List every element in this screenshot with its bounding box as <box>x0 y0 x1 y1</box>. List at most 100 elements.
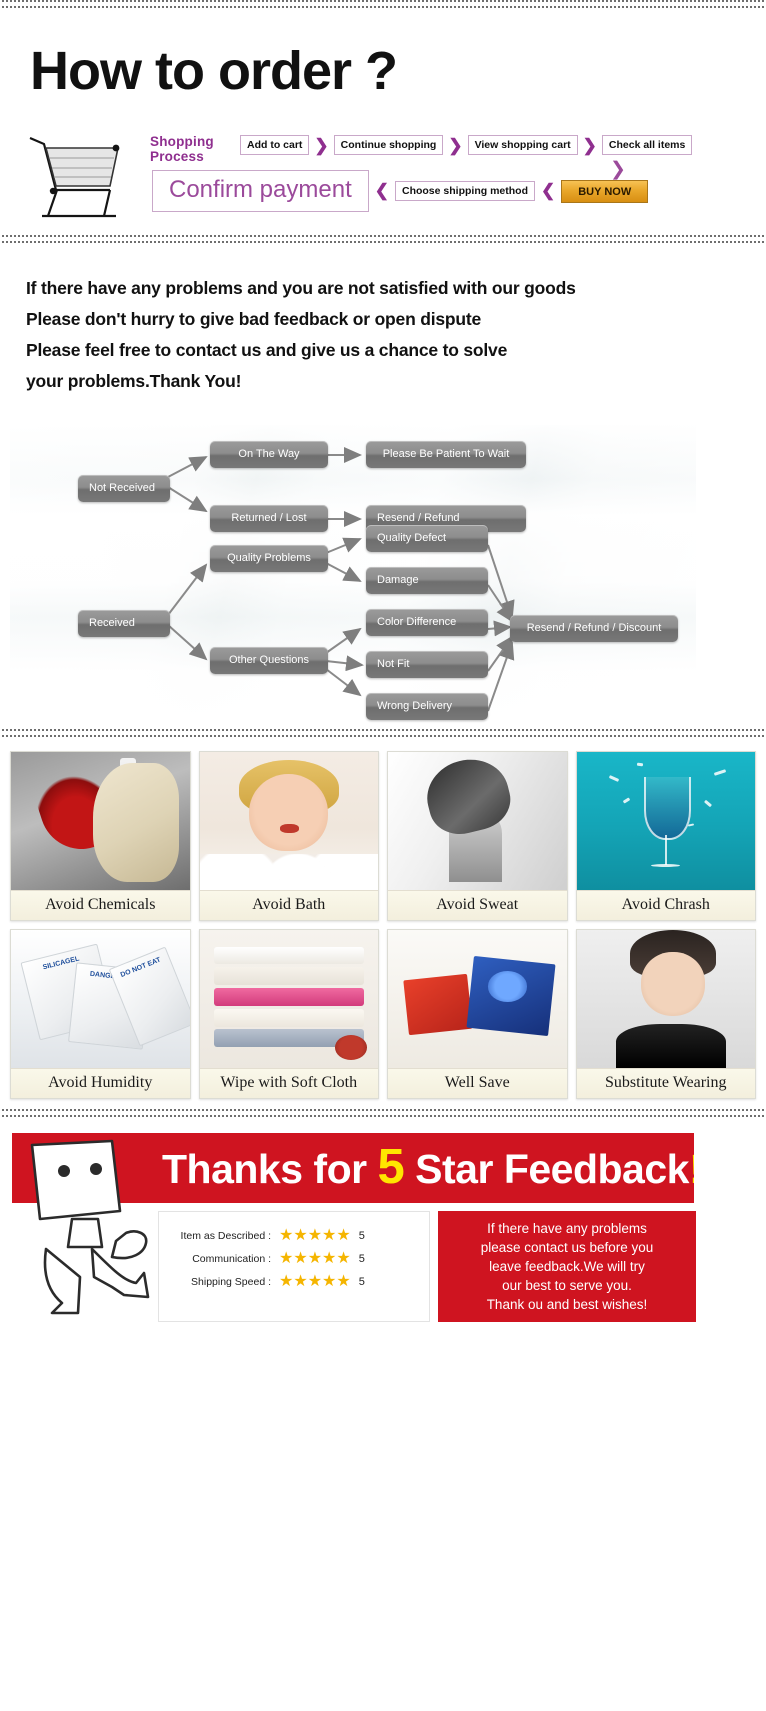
rating-label: Communication : <box>192 1253 271 1265</box>
crash-icon <box>576 752 755 890</box>
node-returned-lost: Returned / Lost <box>210 505 328 532</box>
star-rating-icon: ★★★★★ <box>279 1227 351 1244</box>
flowchart-connectors <box>167 447 515 712</box>
care-card-avoid-crash: Avoid Chrash <box>575 751 756 921</box>
care-card-substitute-wearing: Substitute Wearing <box>575 929 756 1099</box>
ratings-panel: Item as Described : ★★★★★ 5 Communicatio… <box>158 1211 430 1322</box>
rating-row: Item as Described : ★★★★★ 5 <box>167 1228 421 1244</box>
node-wrong-delivery: Wrong Delivery <box>366 693 488 720</box>
order-issue-flowchart: Not Received On The Way Returned / Lost … <box>10 425 696 725</box>
care-card-wipe-soft-cloth: Wipe with Soft Cloth <box>198 929 379 1099</box>
message-line-1: If there have any problems and you are n… <box>26 278 576 298</box>
care-card-avoid-bath: Avoid Bath <box>198 751 379 921</box>
feedback-banner: Thanks for 5 Star Feedback! Item as Desc… <box>10 1131 696 1322</box>
care-grid-row-2: SILICAGEL DANGEROUS DO NOT EAT Avoid Hum… <box>0 929 766 1099</box>
feedback-title: Thanks for 5 Star Feedback! <box>162 1139 694 1195</box>
chevron-left-icon: ❮ <box>540 181 556 200</box>
node-resend-refund-discount: Resend / Refund / Discount <box>510 615 678 642</box>
care-caption: Avoid Humidity <box>11 1068 190 1098</box>
chemicals-icon <box>11 752 190 890</box>
rating-score: 5 <box>358 1253 365 1265</box>
shopping-process-diagram: Shopping Process Add to cart ❯ Continue … <box>22 120 722 225</box>
node-on-the-way: On The Way <box>210 441 328 468</box>
feedback-title-five: 5 <box>377 1139 405 1194</box>
process-label-line2: Process <box>150 149 204 164</box>
shopping-process-label: Shopping Process <box>150 134 214 164</box>
rating-row: Shipping Speed : ★★★★★ 5 <box>167 1274 421 1290</box>
care-card-avoid-humidity: SILICAGEL DANGEROUS DO NOT EAT Avoid Hum… <box>10 929 191 1099</box>
star-rating-icon: ★★★★★ <box>279 1273 351 1290</box>
node-damage: Damage <box>366 567 488 594</box>
customer-message-section: If there have any problems and you are n… <box>0 243 766 419</box>
page-title: How to order ? <box>30 41 398 101</box>
product-description-page: How to order ? Shopping Process Add to c… <box>0 0 766 1340</box>
step-confirm-payment[interactable]: Confirm payment <box>152 170 369 212</box>
node-color-difference: Color Difference <box>366 609 488 636</box>
node-please-be-patient: Please Be Patient To Wait <box>366 441 526 468</box>
bath-icon <box>199 752 378 890</box>
feedback-title-before: Thanks for <box>162 1145 367 1192</box>
step-check-all-items[interactable]: Check all items <box>601 135 693 155</box>
rating-label: Item as Described : <box>180 1230 271 1242</box>
care-card-avoid-sweat: Avoid Sweat <box>387 751 568 921</box>
shopping-cart-icon <box>29 136 120 218</box>
step-choose-shipping-method[interactable]: Choose shipping method <box>394 181 535 201</box>
chevron-right-icon: ❯ <box>448 135 463 155</box>
cloth-icon <box>199 930 378 1068</box>
note-line-3: leave feedback.We will try <box>489 1259 645 1274</box>
star-rating-icon: ★★★★★ <box>279 1250 351 1267</box>
feedback-title-after: Star Feedback <box>415 1145 689 1192</box>
how-to-order-section: How to order ? Shopping Process Add to c… <box>0 8 766 235</box>
step-view-shopping-cart[interactable]: View shopping cart <box>467 135 578 155</box>
chevron-right-icon: ❯ <box>582 135 597 155</box>
mascot-icon <box>30 1139 150 1315</box>
care-caption: Avoid Chrash <box>576 890 755 920</box>
care-caption: Well Save <box>388 1068 567 1098</box>
process-label-line1: Shopping <box>150 134 214 149</box>
feedback-section: Thanks for 5 Star Feedback! Item as Desc… <box>0 1117 766 1340</box>
node-received: Received <box>78 610 170 637</box>
care-caption: Avoid Bath <box>199 890 378 920</box>
humidity-icon: SILICAGEL DANGEROUS DO NOT EAT <box>11 930 190 1068</box>
buy-now-button[interactable]: BUY NOW <box>561 179 649 203</box>
node-not-received: Not Received <box>78 475 170 502</box>
message-line-2: Please don't hurry to give bad feedback … <box>26 309 482 329</box>
care-caption: Avoid Chemicals <box>11 890 190 920</box>
message-line-4: your problems.Thank You! <box>26 371 242 391</box>
care-caption: Substitute Wearing <box>576 1068 755 1098</box>
feedback-note: If there have any problems please contac… <box>438 1211 696 1322</box>
note-line-5: Thank ou and best wishes! <box>486 1297 648 1312</box>
chevron-right-icon: ❯ <box>314 135 329 155</box>
care-card-well-save: Well Save <box>387 929 568 1099</box>
node-other-questions: Other Questions <box>210 647 328 674</box>
rating-score: 5 <box>358 1276 365 1288</box>
divider-after-order <box>0 235 766 243</box>
rating-label: Shipping Speed : <box>191 1276 271 1288</box>
dispute-flowchart-section: Not Received On The Way Returned / Lost … <box>0 419 766 729</box>
care-caption: Wipe with Soft Cloth <box>199 1068 378 1098</box>
rating-score: 5 <box>358 1230 365 1242</box>
note-line-4: our best to serve you. <box>502 1278 632 1293</box>
note-line-2: please contact us before you <box>480 1240 654 1255</box>
storage-icon <box>388 930 567 1068</box>
message-line-3: Please feel free to contact us and give … <box>26 340 508 360</box>
step-add-to-cart[interactable]: Add to cart <box>240 135 310 155</box>
node-quality-defect: Quality Defect <box>366 525 488 552</box>
wearing-icon <box>576 930 755 1068</box>
divider-top <box>0 0 766 8</box>
divider-before-feedback <box>0 1109 766 1117</box>
node-not-fit: Not Fit <box>366 651 488 678</box>
divider-after-flowchart <box>0 729 766 737</box>
node-quality-problems: Quality Problems <box>210 545 328 572</box>
care-grid-row-1: Avoid Chemicals Avoid Bath Avoid Sweat A… <box>0 751 766 921</box>
note-line-1: If there have any problems <box>487 1221 647 1236</box>
sweat-icon <box>388 752 567 890</box>
process-steps-row-2: Confirm payment ❮ Choose shipping method… <box>152 170 649 212</box>
process-steps-row-1: Add to cart ❯ Continue shopping ❯ View s… <box>240 135 693 155</box>
feedback-title-bang: ! <box>689 1146 694 1192</box>
rating-row: Communication : ★★★★★ 5 <box>167 1251 421 1267</box>
care-caption: Avoid Sweat <box>388 890 567 920</box>
care-instructions-section: Avoid Chemicals Avoid Bath Avoid Sweat A… <box>0 737 766 1109</box>
step-continue-shopping[interactable]: Continue shopping <box>333 135 444 155</box>
chevron-left-icon: ❮ <box>374 181 389 200</box>
